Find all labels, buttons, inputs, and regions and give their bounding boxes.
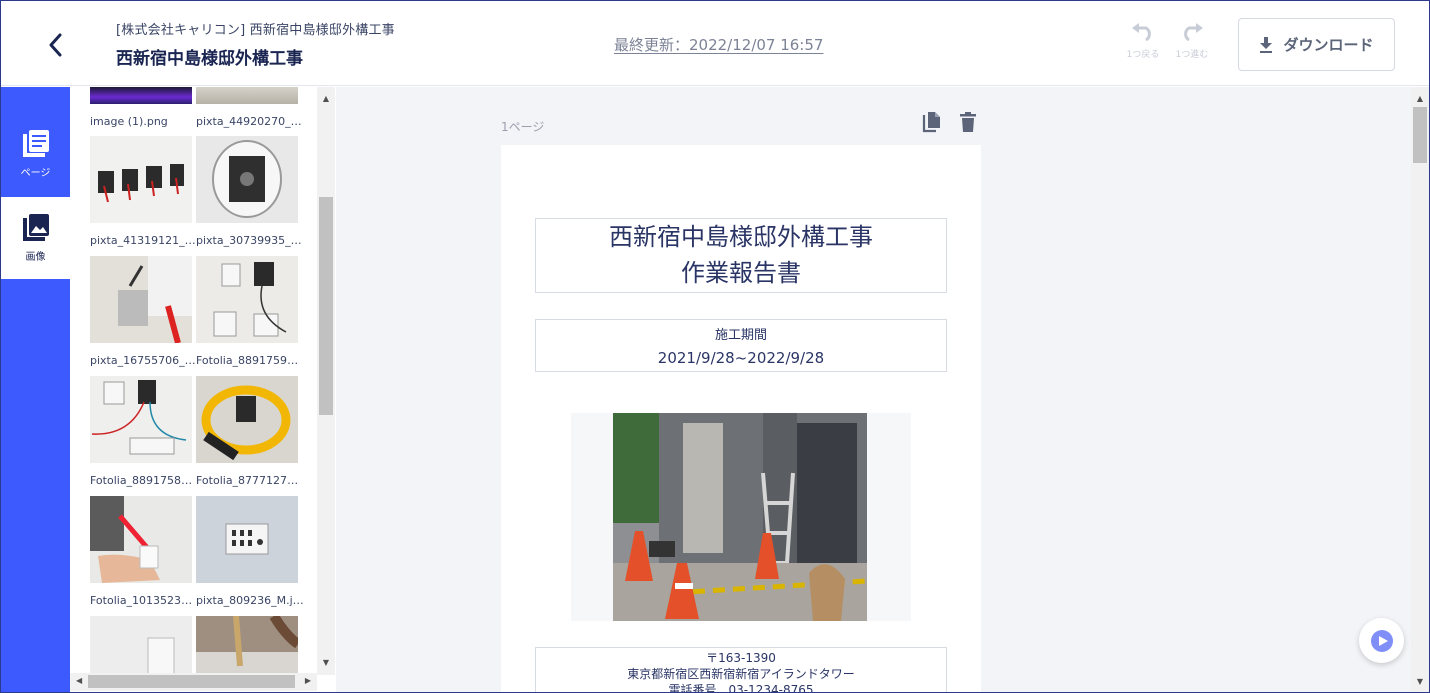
report-page[interactable]: 西新宿中島様邸外構工事 作業報告書 施工期間 2021/9/28~2022/9/… <box>501 145 981 693</box>
gallery-horizontal-scrollbar[interactable]: ◀ ▶ <box>70 673 317 691</box>
address-zip: 〒163-1390 <box>706 651 776 665</box>
undo-icon <box>1132 23 1151 42</box>
gallery-item[interactable]: Fotolia_10135234_M.jpg <box>90 496 198 607</box>
thumbnail-name: Fotolia_88917581_M.jpg <box>90 474 198 487</box>
delete-page-icon[interactable] <box>958 111 978 133</box>
page-number-label: 1ページ <box>501 120 545 134</box>
editor-scroll-up-icon[interactable]: ▲ <box>1411 89 1429 107</box>
rail-pages-label: ページ <box>20 168 51 179</box>
rail-images-label: 画像 <box>25 252 46 263</box>
thumbnail-name: pixta_41319121_M.jpg <box>90 234 198 247</box>
thumbnail-image <box>196 87 298 104</box>
chevron-left-icon <box>49 33 62 57</box>
redo-label: 1つ進む <box>1175 50 1209 60</box>
gallery-item[interactable]: image (1).png <box>90 87 192 128</box>
editor-scroll-down-icon[interactable]: ▼ <box>1411 672 1429 690</box>
image-gallery: image (1).png pixta_44920270_M.jpg pixta… <box>70 87 316 675</box>
address-line: 東京都新宿区西新宿新宿アイランドタワー <box>627 667 855 681</box>
duplicate-page-icon[interactable] <box>922 111 942 133</box>
thumbnail-name: pixta_44920270_M.jpg <box>196 115 304 128</box>
thumbnail-name: image (1).png <box>90 115 168 128</box>
gallery-item[interactable]: pixta_809236_M.jpg <box>196 496 304 607</box>
gallery-item[interactable]: pixta_30739935_M.jpg <box>196 136 304 247</box>
project-title: 西新宿中島様邸外構工事 <box>116 49 303 69</box>
gallery-horizontal-scrollbar-thumb[interactable] <box>88 675 295 688</box>
thumbnail-image <box>90 616 192 675</box>
scroll-left-arrow-icon[interactable]: ◀ <box>76 676 82 685</box>
period-label: 施工期間 <box>714 328 767 343</box>
thumbnail-name: Fotolia_87771276_M.jpg <box>196 474 304 487</box>
scroll-up-arrow-icon[interactable]: ▲ <box>317 89 335 107</box>
report-title-box[interactable]: 西新宿中島様邸外構工事 作業報告書 <box>535 218 947 293</box>
pages-icon <box>22 130 49 157</box>
thumbnail-name: Fotolia_10135234_M.jpg <box>90 594 198 607</box>
company-address-box[interactable]: 〒163-1390 東京都新宿区西新宿新宿アイランドタワー 電話番号 03-12… <box>535 647 947 693</box>
last-updated-link[interactable]: 最終更新：2022/12/07 16:57 <box>614 34 823 55</box>
project-subtitle: [株式会社キャリコン] 西新宿中島様邸外構工事 <box>116 23 395 38</box>
gallery-item[interactable]: Fotolia_88917592_M.jpg <box>196 256 304 367</box>
gallery-item[interactable] <box>90 616 192 675</box>
scroll-down-arrow-icon[interactable]: ▼ <box>317 653 335 671</box>
gallery-item[interactable]: pixta_44920270_M.jpg <box>196 87 304 128</box>
play-icon <box>1370 629 1393 652</box>
gallery-item[interactable]: pixta_16755706_M.jpg <box>90 256 198 367</box>
thumbnail-image <box>90 87 192 104</box>
thumbnail-image <box>196 616 298 675</box>
thumbnail-image <box>196 136 298 223</box>
undo-label: 1つ戻る <box>1126 50 1160 60</box>
editor-scrollbar-thumb[interactable] <box>1413 107 1427 163</box>
thumbnail-image <box>196 376 298 463</box>
address-phone: 電話番号 03-1234-8765 <box>668 683 814 693</box>
rail-tab-images[interactable]: 画像 <box>1 197 70 279</box>
thumbnail-name: Fotolia_88917592_M.jpg <box>196 354 304 367</box>
redo-icon <box>1184 23 1203 42</box>
gallery-scrollbar-thumb[interactable] <box>319 197 333 415</box>
app-window: [株式会社キャリコン] 西新宿中島様邸外構工事 西新宿中島様邸外構工事 最終更新… <box>0 0 1430 693</box>
download-label: ダウンロード <box>1283 36 1374 54</box>
thumbnail-image <box>90 256 192 343</box>
thumbnail-name: pixta_809236_M.jpg <box>196 594 304 607</box>
back-button[interactable] <box>37 27 73 63</box>
page-editor: 1ページ 西新宿中島様邸外構工事 作業報告書 施工期間 2021/9/28~20… <box>336 87 1411 693</box>
header: [株式会社キャリコン] 西新宿中島様邸外構工事 西新宿中島様邸外構工事 最終更新… <box>1 1 1429 86</box>
thumbnail-image <box>90 136 192 223</box>
thumbnail-image <box>90 376 192 463</box>
thumbnail-name: pixta_16755706_M.jpg <box>90 354 198 367</box>
cover-photo[interactable] <box>571 413 911 621</box>
scroll-right-arrow-icon[interactable]: ▶ <box>305 676 311 685</box>
download-icon <box>1260 36 1273 53</box>
thumbnail-name: pixta_30739935_M.jpg <box>196 234 304 247</box>
gallery-item[interactable]: Fotolia_87771276_M.jpg <box>196 376 304 487</box>
images-icon <box>22 214 49 241</box>
period-value: 2021/9/28~2022/9/28 <box>657 349 825 367</box>
undo-button[interactable]: 1つ戻る <box>1121 23 1165 60</box>
report-title-line1: 西新宿中島様邸外構工事 <box>609 223 873 251</box>
editor-scrollbar[interactable]: ▲ ▼ <box>1411 87 1429 692</box>
gallery-item[interactable] <box>196 616 298 675</box>
construction-period-box[interactable]: 施工期間 2021/9/28~2022/9/28 <box>535 319 947 372</box>
thumbnail-image <box>90 496 192 583</box>
gallery-scrollbar[interactable]: ▲ ▼ <box>317 87 335 675</box>
construction-site-photo <box>613 413 867 621</box>
side-rail: ページ 画像 <box>1 87 70 692</box>
rail-tab-pages[interactable]: ページ <box>1 113 70 195</box>
thumbnail-image <box>196 496 298 583</box>
gallery-item[interactable]: pixta_41319121_M.jpg <box>90 136 198 247</box>
report-title-line2: 作業報告書 <box>681 259 801 287</box>
download-button[interactable]: ダウンロード <box>1238 18 1395 71</box>
play-tutorial-button[interactable] <box>1359 618 1404 663</box>
gallery-item[interactable]: Fotolia_88917581_M.jpg <box>90 376 198 487</box>
redo-button[interactable]: 1つ進む <box>1170 23 1214 60</box>
thumbnail-image <box>196 256 298 343</box>
